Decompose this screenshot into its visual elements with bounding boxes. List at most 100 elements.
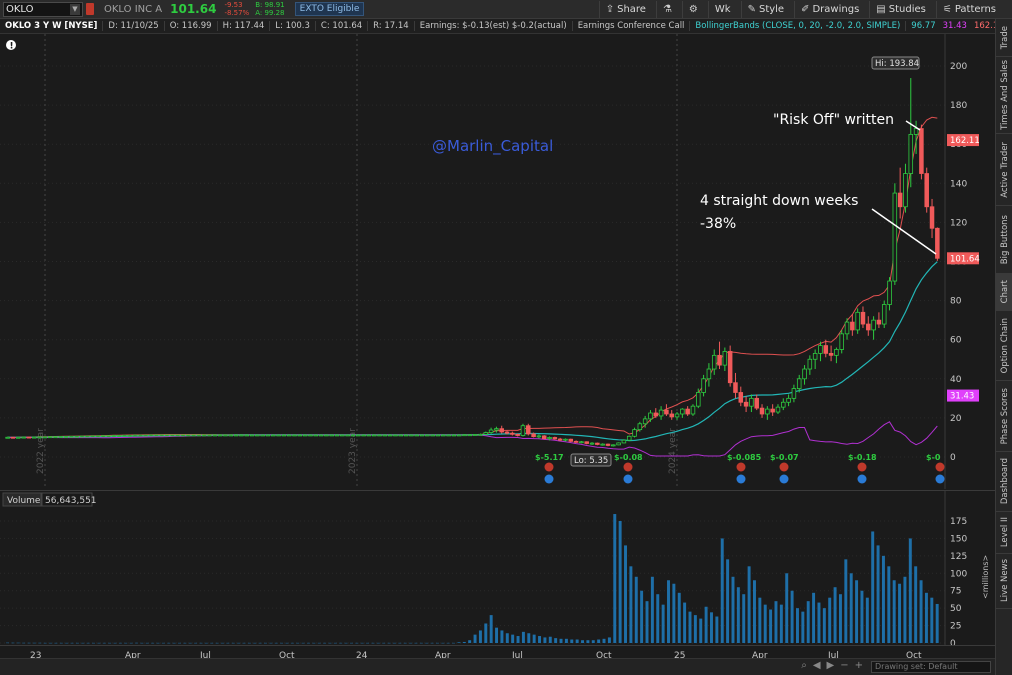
rail-tab-level-ii[interactable]: Level II xyxy=(996,512,1012,554)
share-button[interactable]: ⇪ Share xyxy=(598,1,652,18)
volume-bar xyxy=(183,642,187,644)
rail-tab-live-news[interactable]: Live News xyxy=(996,554,1012,609)
volume-bar xyxy=(511,634,515,643)
volume-bar xyxy=(597,639,601,643)
y-tick-label: 120 xyxy=(950,218,967,228)
patterns-button[interactable]: ⚟ Patterns xyxy=(935,1,1002,18)
volume-bar xyxy=(140,642,144,644)
volume-bar xyxy=(242,642,246,644)
volume-bar xyxy=(645,601,649,643)
volume-bar xyxy=(860,590,864,643)
volume-bar xyxy=(355,642,359,644)
earnings-icon xyxy=(779,462,789,472)
volume-bar xyxy=(924,592,928,643)
volume-bar xyxy=(844,559,848,643)
volume-bar xyxy=(226,642,230,644)
candle-body xyxy=(58,436,64,438)
bollinger-study-label[interactable]: BollingerBands (CLOSE, 0, 20, -2.0, 2.0,… xyxy=(690,21,907,31)
candle-body xyxy=(504,431,510,434)
price-chart-canvas[interactable]: 2022 year2023 year2024 year 020406080100… xyxy=(0,34,995,489)
volume-bar xyxy=(81,642,85,644)
bollinger-lower-line xyxy=(7,421,938,457)
volume-bar xyxy=(339,642,343,644)
candle-body xyxy=(10,436,16,439)
zoom-icon[interactable]: ⌕ xyxy=(801,660,807,671)
candle-body xyxy=(536,435,542,438)
candle-body xyxy=(127,434,133,437)
settings-button[interactable]: ⚙ xyxy=(681,1,704,18)
risk-off-text: "Risk Off" written xyxy=(773,112,894,128)
style-button[interactable]: ✎ Style xyxy=(740,1,791,18)
volume-bar xyxy=(763,604,767,643)
down-weeks-pct: -38% xyxy=(700,216,736,232)
rail-tab-active-trader[interactable]: Active Trader xyxy=(996,134,1012,206)
studies-button[interactable]: ▤ Studies xyxy=(869,1,932,18)
volume-bar xyxy=(194,642,198,644)
volume-bar xyxy=(323,642,327,644)
chart-title[interactable]: OKLO 3 Y W [NYSE] xyxy=(0,21,104,31)
zoom-out-icon[interactable]: − xyxy=(840,660,848,671)
scroll-left-icon[interactable]: ◀ xyxy=(813,660,821,671)
candle-body xyxy=(690,405,696,415)
symbol-input[interactable]: OKLO ▼ xyxy=(3,1,83,17)
flask-button[interactable]: ⚗ xyxy=(655,1,678,18)
volume-bar xyxy=(409,642,413,644)
dividend-icon xyxy=(736,474,746,484)
volume-bar xyxy=(833,587,837,643)
volume-bar xyxy=(634,576,638,643)
volume-bar xyxy=(435,642,439,644)
drawing-set-select[interactable]: Drawing set: Default xyxy=(871,661,991,673)
earnings-value: $-0.08 xyxy=(614,453,643,462)
exto-badge[interactable]: EXTO Eligible xyxy=(294,2,365,16)
bar-range: R: 17.14 xyxy=(368,21,415,31)
rail-tab-big-buttons[interactable]: Big Buttons xyxy=(996,206,1012,274)
candle-body xyxy=(37,436,42,439)
candle-body xyxy=(908,134,914,174)
rail-tab-phase-scores[interactable]: Phase Scores xyxy=(996,381,1012,452)
candle-body xyxy=(361,434,366,437)
zoom-in-icon[interactable]: + xyxy=(855,660,863,671)
candle-body xyxy=(579,441,584,444)
volume-bar xyxy=(742,594,746,643)
candle-body xyxy=(318,434,324,437)
rail-tab-dashboard[interactable]: Dashboard xyxy=(996,452,1012,512)
volume-bar xyxy=(661,604,665,643)
drawings-button[interactable]: ✐ Drawings xyxy=(794,1,865,18)
volume-bar xyxy=(38,642,42,644)
ask-value: A: 99.28 xyxy=(255,9,285,17)
volume-bar xyxy=(349,642,353,644)
volume-bar xyxy=(908,538,912,643)
style-icon: ✎ xyxy=(747,4,756,15)
scroll-right-icon[interactable]: ▶ xyxy=(827,660,835,671)
volume-panel[interactable]: 0 25 50 75 100 125 150 175 Volume 56,643,551 <m… xyxy=(0,490,995,649)
volume-chart-canvas[interactable]: 0255075100125150175 Volume 56,643,551 <m… xyxy=(0,491,995,649)
volume-bar xyxy=(747,566,751,643)
candle-body xyxy=(568,438,574,442)
rail-label: Phase Scores xyxy=(999,387,1010,445)
volume-bar xyxy=(602,638,606,643)
lower-band-tag: 31.43 xyxy=(950,392,974,402)
candle-body xyxy=(892,192,898,282)
candle-body xyxy=(122,434,127,437)
volume-bar xyxy=(387,642,391,644)
volume-bar xyxy=(683,602,687,643)
rail-tab-times-and-sales[interactable]: Times And Sales xyxy=(996,57,1012,134)
volume-tick-label: 100 xyxy=(950,569,967,579)
percent-change: -8.57% xyxy=(224,9,250,17)
time-axis[interactable]: 23 Apr Jul Oct 24 Apr Jul Oct 25 Apr Jul Oct xyxy=(0,645,995,661)
rail-tab-chart[interactable]: Chart xyxy=(996,274,1012,311)
candle-body xyxy=(159,434,164,437)
rail-tab-option-chain[interactable]: Option Chain xyxy=(996,311,1012,381)
symbol-dropdown-icon[interactable]: ▼ xyxy=(70,3,80,15)
rail-tab-trade[interactable]: Trade xyxy=(996,19,1012,57)
symbol-flag-icon[interactable] xyxy=(86,3,94,15)
price-chart[interactable]: 2022 year2023 year2024 year 020406080100… xyxy=(0,34,995,489)
candle-body xyxy=(924,173,929,208)
candle-body xyxy=(85,435,90,438)
volume-bar xyxy=(371,642,375,644)
timeframe-button[interactable]: Wk xyxy=(707,1,737,18)
volume-bar xyxy=(543,637,547,643)
volume-bar xyxy=(779,604,783,643)
volume-bar xyxy=(151,642,155,644)
candle-body xyxy=(201,434,207,437)
